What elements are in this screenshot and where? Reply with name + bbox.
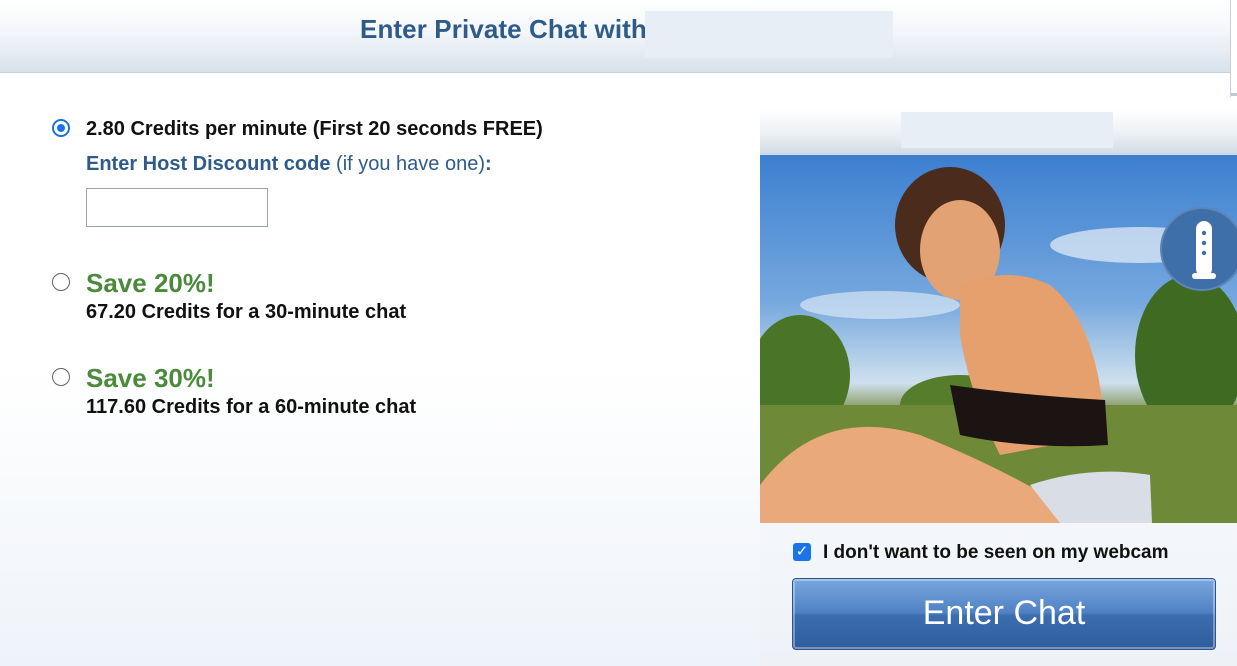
vibrator-toy-glyph [1192, 221, 1216, 279]
page-header: Enter Private Chat with [0, 0, 1230, 73]
save-20-title: Save 20%! [86, 268, 215, 298]
discount-code-input[interactable] [86, 188, 268, 227]
discount-prompt-bold: Enter Host Discount code [86, 153, 331, 175]
radio-per-minute[interactable] [52, 119, 70, 137]
host-name-redacted [645, 11, 893, 58]
radio-save-30[interactable] [52, 368, 70, 386]
save-30-title: Save 30%! [86, 363, 215, 393]
host-name-redacted [901, 112, 1113, 148]
radio-save-20[interactable] [52, 273, 70, 291]
vibrator-toy-icon[interactable] [1160, 207, 1237, 291]
webcam-checkbox[interactable]: ✓ [793, 543, 811, 561]
save-20-subtitle: 67.20 Credits for a 30-minute chat [86, 301, 407, 323]
host-panel: ✓ I don't want to be seen on my webcam E… [760, 109, 1237, 666]
page-title: Enter Private Chat with [360, 14, 647, 44]
webcam-label: I don't want to be seen on my webcam [823, 542, 1169, 563]
save-30-subtitle: 117.60 Credits for a 60-minute chat [86, 396, 417, 418]
host-photo [760, 155, 1237, 523]
host-panel-header [760, 109, 1237, 155]
enter-chat-button[interactable]: Enter Chat [792, 578, 1216, 650]
discount-prompt-rest: (if you have one) [330, 153, 486, 175]
window-edge [1230, 0, 1231, 97]
window-edge-corner [1231, 93, 1237, 96]
discount-prompt: Enter Host Discount code (if you have on… [86, 153, 492, 176]
per-minute-label: 2.80 Credits per minute (First 20 second… [86, 118, 543, 140]
discount-prompt-colon: : [485, 153, 492, 175]
